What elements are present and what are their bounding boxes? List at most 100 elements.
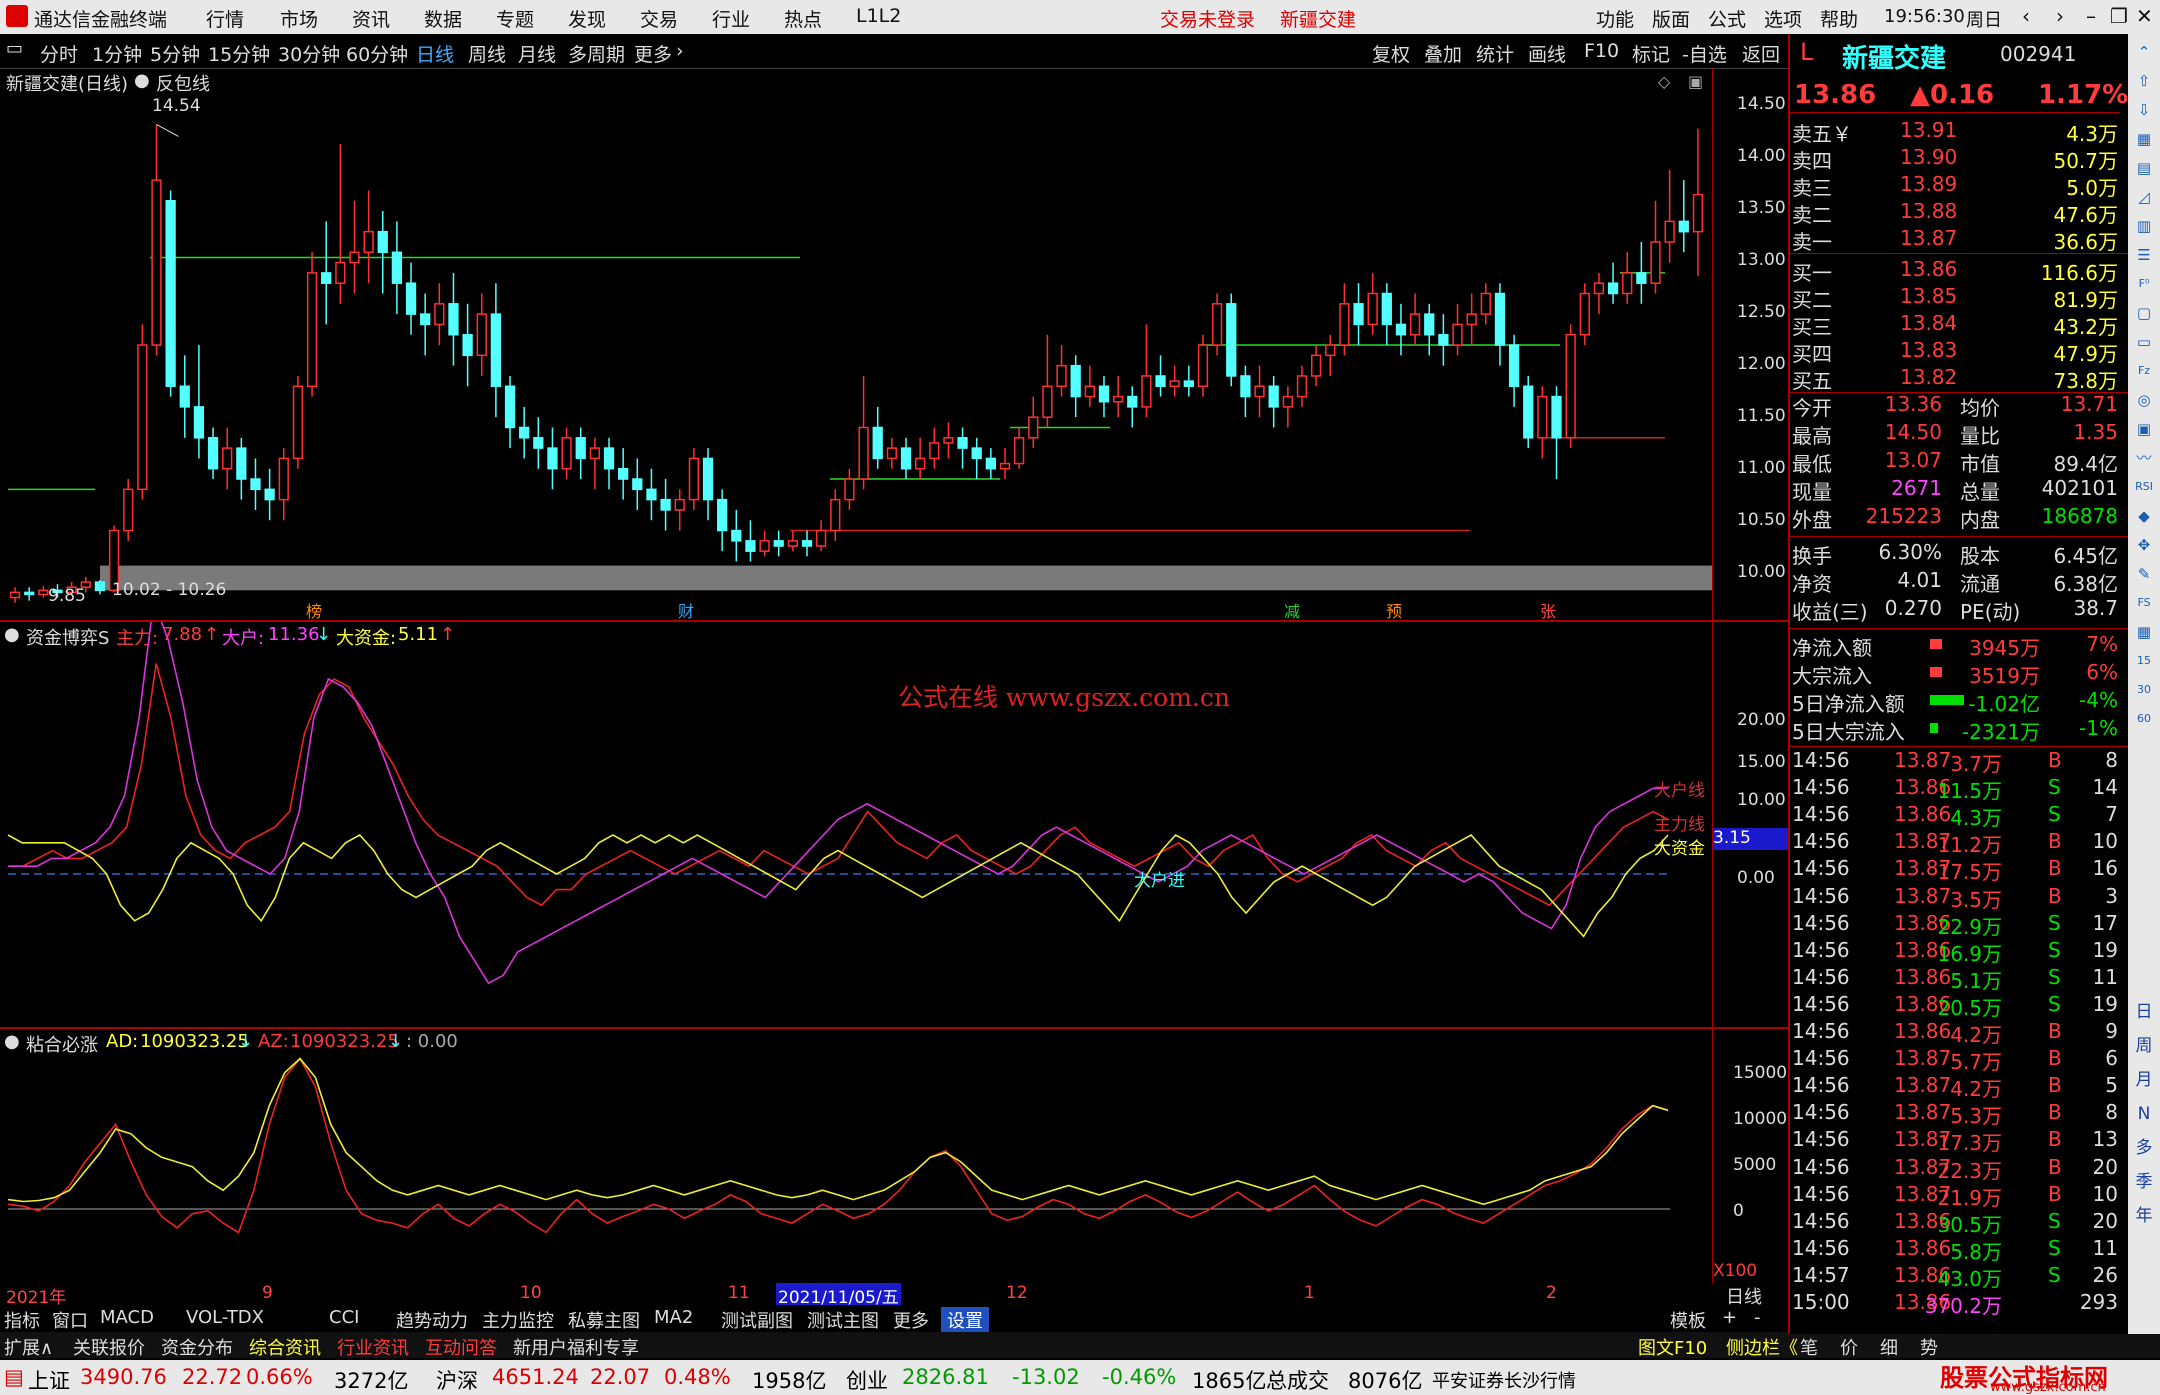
rsi-icon[interactable]: RSI xyxy=(2132,475,2156,499)
indicator-tab[interactable]: VOL-TDX xyxy=(186,1307,264,1328)
indicator-tab[interactable]: 设置 xyxy=(941,1307,989,1333)
menu-item[interactable]: 数据 xyxy=(424,5,462,32)
fs-icon[interactable]: FS xyxy=(2132,591,2156,615)
period-tab[interactable]: 5分钟 xyxy=(150,40,200,67)
market-icon[interactable]: ▤ xyxy=(4,1365,24,1389)
tab-tool-button[interactable]: 模板 xyxy=(1670,1307,1706,1333)
move-icon[interactable]: ✥ xyxy=(2132,533,2156,557)
week-icon[interactable]: 周 xyxy=(2132,1034,2156,1058)
wave-icon[interactable]: 〰 xyxy=(2132,446,2156,470)
period-tab[interactable]: 多周期 xyxy=(568,40,625,67)
side-tab[interactable]: 细 xyxy=(1880,1334,1898,1360)
ring-icon[interactable]: ◎ xyxy=(2132,388,2156,412)
side-tab[interactable]: 笔 xyxy=(1800,1334,1818,1360)
tab-tool-button[interactable]: + xyxy=(1722,1307,1737,1328)
day-icon[interactable]: 日 xyxy=(2132,1000,2156,1024)
quarter-icon[interactable]: 季 xyxy=(2132,1170,2156,1194)
collapse-icon[interactable]: ⌃ xyxy=(2132,40,2156,64)
menu-item[interactable]: 帮助 xyxy=(1820,5,1858,32)
indicator-tab[interactable]: 趋势动力 xyxy=(396,1307,468,1333)
n-icon[interactable]: N xyxy=(2132,1102,2156,1126)
30-icon[interactable]: 30 xyxy=(2132,678,2156,702)
period-tab-active[interactable]: 日线 xyxy=(416,40,454,67)
toolbar-button[interactable]: 统计 xyxy=(1476,40,1514,67)
info-tab[interactable]: 关联报价 xyxy=(73,1334,145,1360)
menu-item[interactable]: 行情 xyxy=(206,5,244,32)
index-name[interactable]: 沪深 xyxy=(436,1365,478,1395)
toolbar-button[interactable]: 叠加 xyxy=(1424,40,1462,67)
period-tab[interactable]: 周线 xyxy=(468,40,506,67)
info-tab[interactable]: 扩展∧ xyxy=(4,1334,53,1360)
info-tab[interactable]: 新用户福利专享 xyxy=(513,1334,639,1360)
tab-tool-button[interactable]: - xyxy=(1754,1307,1761,1328)
menu-item[interactable]: 版面 xyxy=(1652,5,1690,32)
event-marker[interactable]: 减 xyxy=(1284,598,1300,622)
indicator-tab[interactable]: 窗口 xyxy=(52,1307,88,1333)
toolbar-button[interactable]: 返回 xyxy=(1742,40,1780,67)
event-marker[interactable]: 榜 xyxy=(306,598,322,622)
calc-icon[interactable]: ▦ xyxy=(2132,127,2156,151)
index-name[interactable]: 上证 xyxy=(28,1365,70,1395)
bid-row[interactable]: 买四 13.83 47.9万 xyxy=(1790,338,2120,366)
period-tab[interactable]: 1分钟 xyxy=(92,40,142,67)
ask-row[interactable]: 卖三 13.89 5.0万 xyxy=(1790,172,2120,200)
bid-row[interactable]: 买一 13.86 116.6万 xyxy=(1790,257,2120,285)
info-tab[interactable]: 资金分布 xyxy=(161,1334,233,1360)
box-icon[interactable]: ▣ xyxy=(2132,417,2156,441)
menu-item[interactable]: 市场 xyxy=(280,5,318,32)
menu-item[interactable]: 热点 xyxy=(784,5,822,32)
info-tab[interactable]: 综合资讯 xyxy=(249,1334,321,1360)
menu-item[interactable]: 公式 xyxy=(1708,5,1746,32)
toolbar-button[interactable]: 画线 xyxy=(1528,40,1566,67)
list-icon[interactable]: ☰ xyxy=(2132,243,2156,267)
multi-icon[interactable]: 多 xyxy=(2132,1136,2156,1160)
toolbar-button[interactable]: F10 xyxy=(1584,40,1619,62)
menu-item[interactable]: 交易 xyxy=(640,5,678,32)
back-icon[interactable]: ‹ xyxy=(2022,4,2030,28)
info-tab[interactable]: 行业资讯 xyxy=(337,1334,409,1360)
menu-item[interactable]: 行业 xyxy=(712,5,750,32)
ask-row[interactable]: 卖五￥ 13.91 4.3万 xyxy=(1790,118,2120,146)
menu-item[interactable]: 专题 xyxy=(496,5,534,32)
indicator-tab[interactable]: CCI xyxy=(329,1307,359,1328)
login-status[interactable]: 交易未登录 xyxy=(1160,5,1255,32)
menu-item[interactable]: L1L2 xyxy=(856,5,901,27)
year-icon[interactable]: 年 xyxy=(2132,1204,2156,1228)
event-marker[interactable]: 预 xyxy=(1386,598,1402,622)
menu-item[interactable]: 资讯 xyxy=(352,5,390,32)
month-icon[interactable]: 月 xyxy=(2132,1068,2156,1092)
info-tab[interactable]: 互动问答 xyxy=(425,1334,497,1360)
menu-item[interactable]: 功能 xyxy=(1596,5,1634,32)
side-tab[interactable]: 侧边栏《 xyxy=(1726,1334,1798,1360)
bid-row[interactable]: 买五 13.82 73.8万 xyxy=(1790,365,2120,393)
bid-row[interactable]: 买三 13.84 43.2万 xyxy=(1790,311,2120,339)
period-tab[interactable]: 60分钟 xyxy=(346,40,408,67)
period-tab[interactable]: 月线 xyxy=(518,40,556,67)
index-name[interactable]: 创业 xyxy=(846,1365,888,1395)
chevron-right-icon[interactable]: › xyxy=(676,40,684,62)
panel-toggle-icon[interactable]: ▭ xyxy=(6,38,23,59)
arrow-down-icon[interactable]: ⇩ xyxy=(2132,98,2156,122)
grid-icon[interactable]: ▦ xyxy=(2132,620,2156,644)
indicator-tab[interactable]: 测试副图 xyxy=(721,1307,793,1333)
side-tab[interactable]: 图文F10 xyxy=(1638,1334,1707,1360)
side-tab[interactable]: 价 xyxy=(1840,1334,1858,1360)
ask-row[interactable]: 卖二 13.88 47.6万 xyxy=(1790,199,2120,227)
doc-icon[interactable]: ▢ xyxy=(2132,301,2156,325)
ad-chart[interactable] xyxy=(0,1029,1712,1283)
arrow-up-icon[interactable]: ⇧ xyxy=(2132,69,2156,93)
minimize-icon[interactable]: – xyxy=(2086,4,2096,28)
indicator-tab[interactable]: 测试主图 xyxy=(807,1307,879,1333)
forward-icon[interactable]: › xyxy=(2056,4,2064,28)
pen-icon[interactable]: ✎ xyxy=(2132,562,2156,586)
ad-chart-panel[interactable]: ● 粘合必涨 AD: 1090323.25 ↓ AZ: 1090323.25 ↓… xyxy=(0,1029,1788,1283)
menu-item[interactable]: 发现 xyxy=(568,5,606,32)
close-icon[interactable]: ✕ xyxy=(2136,4,2153,28)
bid-row[interactable]: 买二 13.85 81.9万 xyxy=(1790,284,2120,312)
toolbar-button[interactable]: 复权 xyxy=(1372,40,1410,67)
side-tab[interactable]: 势 xyxy=(1920,1334,1938,1360)
indicator-tab[interactable]: 主力监控 xyxy=(482,1307,554,1333)
event-marker[interactable]: 张 xyxy=(1540,598,1556,622)
period-tab-more[interactable]: 更多 xyxy=(634,40,672,67)
60-icon[interactable]: 60 xyxy=(2132,707,2156,731)
